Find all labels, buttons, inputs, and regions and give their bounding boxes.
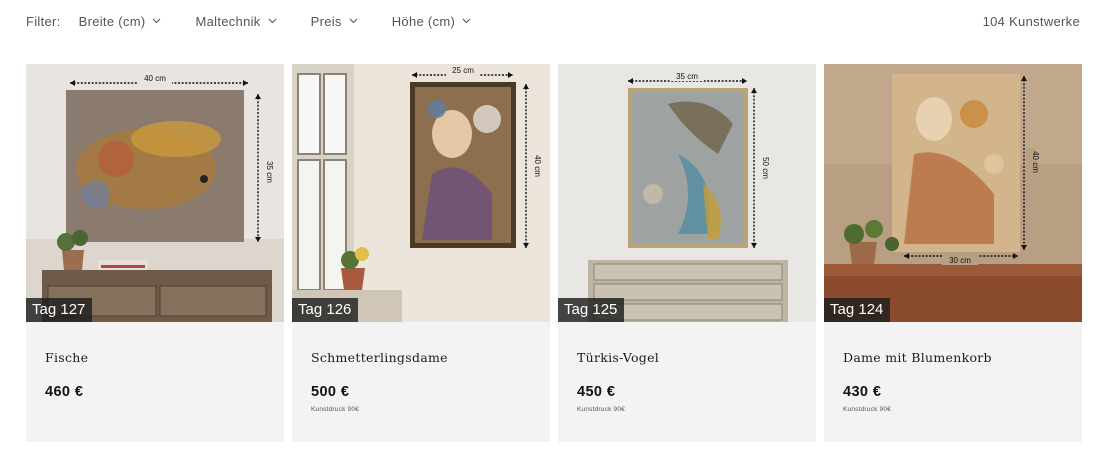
height-dimension-label: 40 cm	[533, 155, 542, 177]
width-dimension-label: 25 cm	[452, 66, 474, 75]
product-title[interactable]: Türkis-Vogel	[577, 350, 797, 365]
product-tag: Tag 127	[26, 298, 93, 322]
product-grid: 40 cm 35 cm Tag 127 Fische 460 € 25 cm 4…	[26, 64, 1082, 442]
product-title[interactable]: Dame mit Blumenkorb	[843, 350, 1063, 365]
art-print-price: Kunstdruck 90€	[577, 406, 625, 413]
product-card[interactable]: 25 cm 40 cm Tag 126 Schmetterlingsdame 5…	[292, 64, 550, 442]
chevron-down-icon	[462, 18, 471, 24]
filter-height[interactable]: Höhe (cm)	[392, 14, 471, 29]
product-title[interactable]: Fische	[45, 350, 265, 365]
filter-width-label: Breite (cm)	[78, 13, 146, 29]
height-dimension-label: 35 cm	[265, 161, 274, 183]
height-dimension-label: 50 cm	[761, 157, 770, 179]
chevron-down-icon	[349, 18, 358, 24]
filter-price-label: Preis	[310, 13, 342, 29]
filter-technique-label: Maltechnik	[195, 13, 261, 29]
product-image[interactable]: 40 cm 35 cm Tag 127	[26, 64, 284, 322]
filter-price[interactable]: Preis	[311, 14, 358, 29]
product-card[interactable]: 40 cm 35 cm Tag 127 Fische 460 €	[26, 64, 284, 442]
art-print-price: Kunstdruck 90€	[311, 406, 359, 413]
product-image[interactable]: 40 cm 30 cm Tag 124	[824, 64, 1082, 322]
chevron-down-icon	[268, 18, 276, 24]
product-price: 430 €	[843, 384, 882, 400]
product-tag: Tag 125	[558, 298, 625, 322]
product-tag: Tag 126	[292, 298, 359, 322]
width-dimension-label: 35 cm	[676, 72, 698, 81]
product-tag: Tag 124	[824, 298, 891, 322]
filter-label: Filter:	[26, 13, 61, 29]
product-count: 104 Kunstwerke	[982, 13, 1080, 29]
filter-technique[interactable]: Maltechnik	[195, 14, 276, 29]
product-card[interactable]: 40 cm 30 cm Tag 124 Dame mit Blumenkorb …	[824, 64, 1082, 442]
height-dimension-label: 40 cm	[1031, 151, 1040, 173]
product-image[interactable]: 35 cm 50 cm Tag 125	[558, 64, 816, 322]
filter-bar: Filter: Breite (cm) Maltechnik Preis Höh…	[26, 0, 1080, 42]
width-dimension-label: 40 cm	[144, 74, 166, 83]
product-price: 500 €	[311, 384, 350, 400]
product-image[interactable]: 25 cm 40 cm Tag 126	[292, 64, 550, 322]
product-title[interactable]: Schmetterlingsdame	[311, 350, 531, 365]
width-dimension-label: 30 cm	[949, 256, 971, 265]
product-card[interactable]: 35 cm 50 cm Tag 125 Türkis-Vogel 450 € K…	[558, 64, 816, 442]
filter-height-label: Höhe (cm)	[391, 13, 456, 29]
product-price: 460 €	[45, 384, 84, 400]
chevron-down-icon	[153, 18, 161, 24]
art-print-price: Kunstdruck 90€	[843, 406, 891, 413]
filter-width[interactable]: Breite (cm)	[79, 14, 162, 29]
product-price: 450 €	[577, 384, 616, 400]
